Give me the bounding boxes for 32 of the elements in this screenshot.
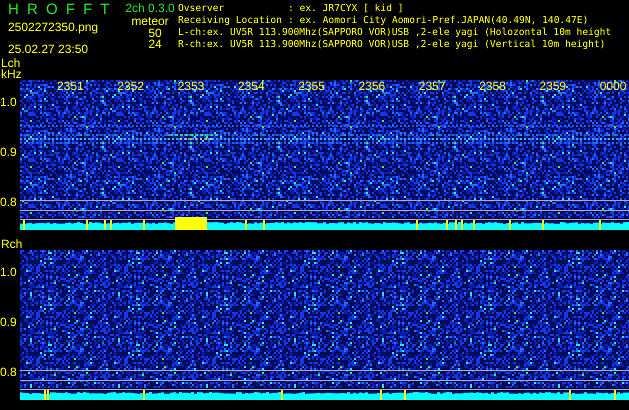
time-label: 2352 [117, 80, 144, 93]
axis-tick-label: 0.8 [0, 366, 17, 378]
version-text: 2ch 0.3.0 [125, 2, 175, 15]
time-label: 2355 [298, 80, 325, 93]
meteor-label: meteor [131, 15, 169, 28]
info-label: L-ch:ex. UV5R 113.900Mhz(SAPPORO VOR)USB ,2-ele yagi (Holozontal 10m height [178, 27, 612, 39]
info-label: R-ch:ex. UV5R 113.900Mhz(SAPPORO VOR)USB ,2-ele yagi (Vertical 10m height) [178, 39, 606, 51]
info-label: Ovserver [178, 3, 226, 15]
time-label: 2354 [238, 80, 265, 93]
info-value: : ex. JR7CYX [ kid ] [288, 3, 404, 15]
time-label: 2353 [178, 80, 204, 93]
time-label: 0000 [600, 80, 626, 93]
time-label: 2357 [418, 80, 446, 93]
time-label: 2351 [57, 80, 84, 93]
axis-tick-label: 0.8 [0, 196, 17, 208]
meteor-count: 50 [147, 28, 162, 39]
info-value: : ex. Aomori City Aomori-Pref.JAPAN(40.49N, 140.47E) [288, 15, 588, 27]
channel-label: Rch [1, 239, 24, 250]
time-label: 2356 [358, 80, 386, 93]
datetime-text: 25.02.27 23:50 [8, 42, 88, 56]
channel-label: Lch [1, 58, 20, 69]
info-label: Receiving Location [178, 15, 283, 27]
meteor-count: 24 [147, 39, 162, 50]
filename-text: 2502272350.png [8, 20, 98, 34]
unit-label: kHz [1, 69, 23, 80]
time-label: 2359 [539, 80, 566, 93]
time-label: 2358 [479, 80, 506, 93]
axis-tick-label: 1.0 [0, 266, 17, 278]
axis-tick-label: 0.9 [0, 146, 17, 158]
app-title: H R O F F T [8, 1, 110, 19]
axis-tick-label: 0.9 [0, 316, 17, 328]
axis-tick-label: 1.0 [0, 96, 17, 108]
